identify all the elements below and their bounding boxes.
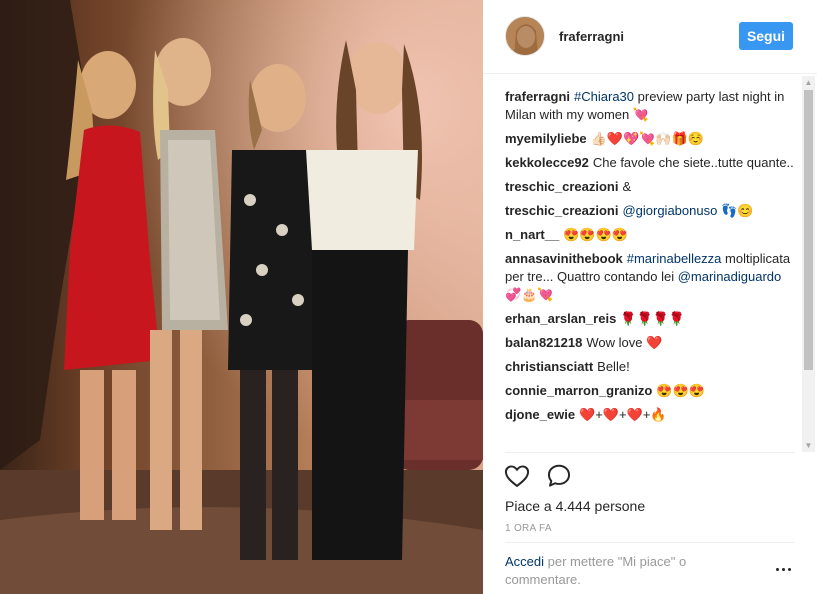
post-header: fraferragni Segui (483, 0, 817, 74)
more-dot (788, 568, 791, 571)
comment-item: erhan_arslan_reis 🌹🌹🌹🌹 (505, 310, 795, 328)
comment-tag-link[interactable]: @marinadiguardo (678, 269, 782, 284)
comment-text: 😍😍😍😍 (563, 227, 628, 242)
avatar-image-icon (506, 17, 544, 55)
comment-item: christiansciatt Belle! (505, 358, 795, 376)
scroll-down-arrow-icon[interactable]: ▼ (802, 439, 815, 452)
comment-text: & (622, 179, 632, 194)
comment-item: djone_ewie ❤️+❤️+❤️+🔥 (505, 406, 795, 424)
comment-username[interactable]: myemilyliebe (505, 131, 587, 146)
more-options-icon[interactable] (773, 561, 795, 577)
follow-button[interactable]: Segui (739, 22, 793, 50)
more-dot (782, 568, 785, 571)
comment-username[interactable]: djone_ewie (505, 407, 575, 422)
comment-item: myemilyliebe 👍🏻❤️💖💘🙌🏻🎁☺️ (505, 130, 795, 148)
comment-username[interactable]: n_nart__ (505, 227, 559, 242)
comment-username[interactable]: erhan_arslan_reis (505, 311, 616, 326)
comment-username[interactable]: connie_marron_granizo (505, 383, 652, 398)
comment-text: ❤️+❤️+❤️+🔥 (579, 407, 667, 422)
comment-tag-link[interactable]: #marinabellezza (627, 251, 722, 266)
comments-list: fraferragni #Chiara30 preview party last … (505, 88, 795, 454)
comment-item: connie_marron_granizo 😍😍😍 (505, 382, 795, 400)
comment-item: kekkolecce92 Che favole che siete..tutte … (505, 154, 795, 172)
speech-bubble-icon[interactable] (545, 462, 573, 490)
photo-illustration (0, 0, 483, 594)
comment-text: Wow love ❤️ (586, 335, 663, 350)
comments-scrollbar[interactable]: ▲ ▼ (802, 76, 815, 452)
comment-username[interactable]: fraferragni (505, 89, 570, 104)
comment-item: annasavinithebook #marinabellezza moltipl… (505, 250, 795, 304)
comment-text: Che favole che siete..tutte quante.. (592, 155, 794, 170)
post-timestamp: 1 ORA FA (505, 523, 552, 534)
comment-item: balan821218 Wow love ❤️ (505, 334, 795, 352)
comment-username[interactable]: christiansciatt (505, 359, 593, 374)
comment-username[interactable]: kekkolecce92 (505, 155, 589, 170)
comment-item: n_nart__ 😍😍😍😍 (505, 226, 795, 244)
post-photo[interactable] (0, 0, 483, 594)
scroll-up-arrow-icon[interactable]: ▲ (802, 76, 815, 89)
divider (505, 452, 795, 453)
login-prompt: Accedi per mettere "Mi piace" o commenta… (505, 553, 745, 589)
avatar[interactable] (505, 16, 545, 56)
comment-username[interactable]: treschic_creazioni (505, 179, 618, 194)
comment-item: treschic_creazioni & (505, 178, 795, 196)
comment-text: 🌹🌹🌹🌹 (620, 311, 686, 326)
likes-number: 4.444 (555, 498, 591, 514)
likes-prefix: Piace a (505, 498, 556, 514)
comment-username[interactable]: treschic_creazioni (505, 203, 618, 218)
comment-item: fraferragni #Chiara30 preview party last … (505, 88, 795, 124)
scroll-thumb[interactable] (804, 90, 813, 370)
heart-outline-icon[interactable] (503, 462, 531, 490)
comment-text: 👍🏻❤️💖💘🙌🏻🎁☺️ (590, 131, 704, 146)
comment-text: Belle! (597, 359, 630, 374)
comment-username[interactable]: annasavinithebook (505, 251, 623, 266)
post-author-username[interactable]: fraferragni (559, 29, 624, 44)
comment-item: treschic_creazioni @giorgiabonuso 👣😊 (505, 202, 795, 220)
comment-tag-link[interactable]: #Chiara30 (574, 89, 634, 104)
likes-suffix: persone (590, 498, 646, 514)
likes-count: Piace a 4.444 persone (505, 498, 645, 514)
more-dot (776, 568, 779, 571)
comment-tag-link[interactable]: @giorgiabonuso (622, 203, 717, 218)
comment-username[interactable]: balan821218 (505, 335, 582, 350)
comment-text: 👣😊 (717, 203, 754, 218)
post-details-panel: fraferragni Segui fraferragni #Chiara30 p… (483, 0, 817, 594)
divider (505, 542, 795, 543)
post-actions (503, 462, 623, 492)
login-link[interactable]: Accedi (505, 554, 544, 569)
comment-text: 💞🎂💘 (505, 287, 554, 302)
comment-text: 😍😍😍 (656, 383, 705, 398)
